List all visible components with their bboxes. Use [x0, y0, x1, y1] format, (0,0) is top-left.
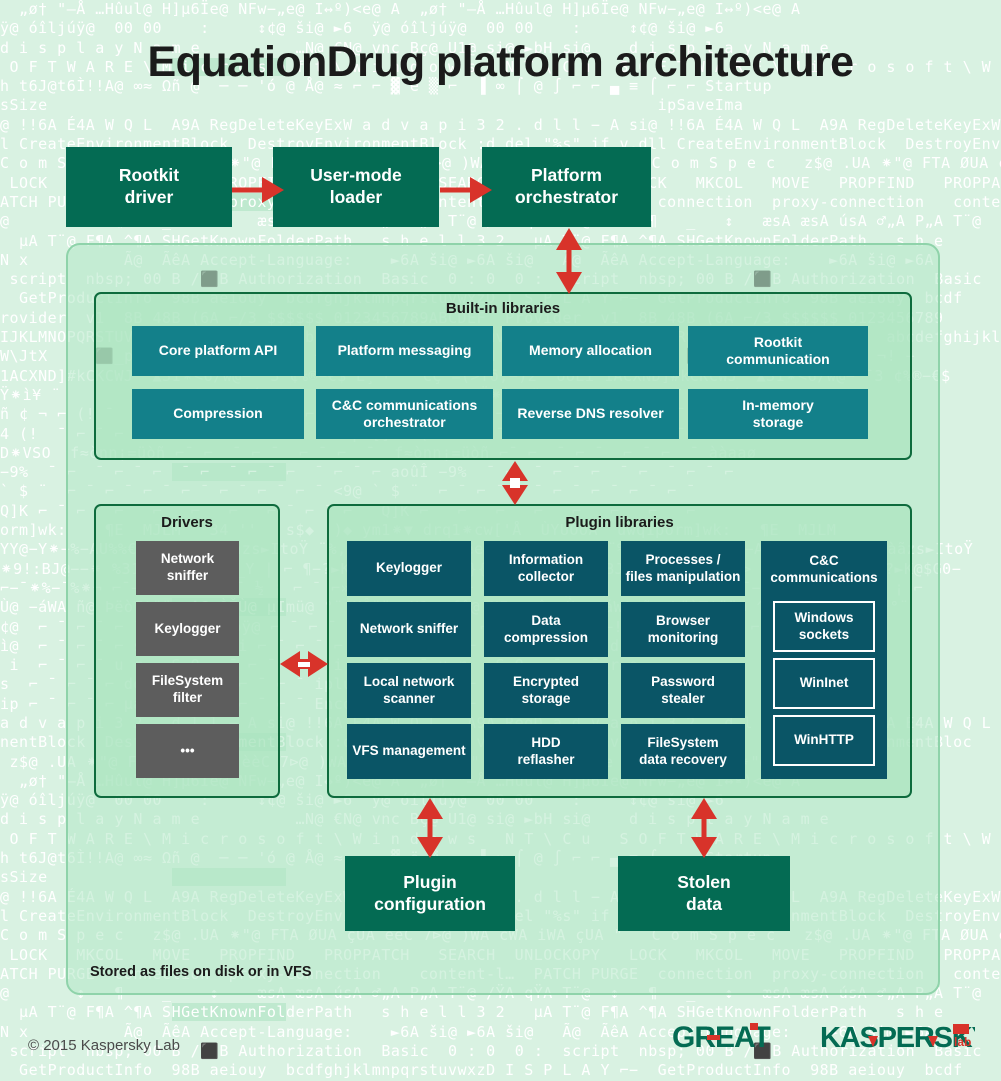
- box-cc-windows-sockets[interactable]: Windows sockets: [773, 601, 875, 652]
- box-plugin-filesystem-data-recovery[interactable]: FileSystem data recovery: [621, 724, 745, 779]
- box-plugin-local-network-scanner[interactable]: Local network scanner: [347, 663, 471, 718]
- box-plugin-vfs-management[interactable]: VFS management: [347, 724, 471, 779]
- arrow-plugins-to-stolen-data: [691, 798, 717, 858]
- box-plugin-information-collector[interactable]: Information collector: [484, 541, 608, 596]
- box-label: •••: [180, 742, 195, 758]
- arrow-plugins-to-plugin-configuration: [417, 798, 443, 858]
- box-core-platform-api[interactable]: Core platform API: [132, 326, 304, 376]
- box-label: C&C communications orchestrator: [331, 396, 478, 431]
- box-label: Platform messaging: [337, 342, 472, 359]
- box-rootkit-communication[interactable]: Rootkit communication: [688, 326, 868, 376]
- box-label: Plugin configuration: [374, 871, 486, 914]
- box-driver-filesystem-filter[interactable]: FileSystem filter: [136, 663, 239, 717]
- box-label: Reverse DNS resolver: [517, 405, 664, 422]
- box-rootkit-driver[interactable]: Rootkit driver: [66, 147, 232, 227]
- box-plugin-password-stealer[interactable]: Password stealer: [621, 663, 745, 718]
- svg-text:lab: lab: [954, 1035, 971, 1049]
- stored-as-files-note: Stored as files on disk or in VFS: [90, 964, 312, 980]
- box-label: Data compression: [503, 612, 589, 645]
- box-driver-more[interactable]: •••: [136, 724, 239, 778]
- box-compression[interactable]: Compression: [132, 389, 304, 439]
- box-label: In-memory storage: [742, 396, 814, 431]
- box-label: Network sniffer: [359, 621, 459, 637]
- box-label: VFS management: [352, 743, 466, 759]
- box-label: WinHTTP: [794, 732, 854, 748]
- box-label: Browser monitoring: [647, 612, 719, 645]
- box-cc-winhttp[interactable]: WinHTTP: [773, 715, 875, 766]
- box-plugin-browser-monitoring[interactable]: Browser monitoring: [621, 602, 745, 657]
- box-in-memory-storage[interactable]: In-memory storage: [688, 389, 868, 439]
- box-platform-orchestrator[interactable]: Platform orchestrator: [482, 147, 651, 227]
- box-label: Network sniffer: [160, 551, 215, 583]
- box-label: Platform orchestrator: [514, 165, 619, 207]
- box-label: Windows sockets: [794, 609, 854, 642]
- arrow-rootkit-to-loader: [232, 177, 284, 203]
- box-label: C&C communications: [770, 553, 878, 585]
- box-label: FileSystem data recovery: [639, 734, 727, 767]
- box-label: Rootkit communication: [726, 333, 830, 368]
- box-label: Compression: [173, 405, 263, 422]
- box-cc-communications-orchestrator[interactable]: C&C communications orchestrator: [316, 389, 493, 439]
- box-label: Rootkit driver: [118, 165, 180, 207]
- box-label: HDD reflasher: [517, 734, 575, 767]
- box-platform-messaging[interactable]: Platform messaging: [316, 326, 493, 376]
- plugin-libraries-label: Plugin libraries: [565, 514, 674, 531]
- box-plugin-processes-files-manipulation[interactable]: Processes / files manipulation: [621, 541, 745, 596]
- box-label: Keylogger: [375, 560, 443, 576]
- box-memory-allocation[interactable]: Memory allocation: [502, 326, 679, 376]
- box-label: Memory allocation: [529, 342, 652, 359]
- box-label: Information collector: [508, 551, 584, 584]
- box-label: User-mode loader: [310, 165, 402, 207]
- box-plugin-configuration[interactable]: Plugin configuration: [345, 856, 515, 931]
- page-title: EquationDrug platform architecture: [147, 38, 855, 86]
- box-user-mode-loader[interactable]: User-mode loader: [273, 147, 439, 227]
- copyright-text: © 2015 Kaspersky Lab: [28, 1037, 180, 1054]
- box-label: Password stealer: [651, 673, 715, 706]
- box-label: Local network scanner: [363, 673, 455, 706]
- arrow-loader-to-orchestrator: [440, 177, 492, 203]
- box-label: Encrypted storage: [512, 673, 580, 706]
- box-driver-network-sniffer[interactable]: Network sniffer: [136, 541, 239, 595]
- box-label: FileSystem filter: [151, 673, 224, 705]
- box-label: WinInet: [799, 675, 849, 691]
- box-driver-keylogger[interactable]: Keylogger: [136, 602, 239, 656]
- box-label: Stolen data: [677, 871, 731, 914]
- box-label: Core platform API: [158, 342, 278, 359]
- arrow-drivers-to-plugins: [280, 651, 328, 677]
- builtin-libraries-label: Built-in libraries: [445, 300, 561, 317]
- box-reverse-dns-resolver[interactable]: Reverse DNS resolver: [502, 389, 679, 439]
- box-plugin-encrypted-storage[interactable]: Encrypted storage: [484, 663, 608, 718]
- box-plugin-keylogger[interactable]: Keylogger: [347, 541, 471, 596]
- box-cc-wininet[interactable]: WinInet: [773, 658, 875, 709]
- box-label: Keylogger: [154, 620, 221, 636]
- box-plugin-hdd-reflasher[interactable]: HDD reflasher: [484, 724, 608, 779]
- great-logo: GREAT: [672, 1020, 782, 1061]
- box-stolen-data[interactable]: Stolen data: [618, 856, 790, 931]
- arrow-orchestrator-to-builtin: [556, 228, 582, 294]
- box-plugin-network-sniffer[interactable]: Network sniffer: [347, 602, 471, 657]
- box-plugin-data-compression[interactable]: Data compression: [484, 602, 608, 657]
- drivers-label: Drivers: [161, 514, 213, 531]
- arrow-builtin-to-plugins: [502, 461, 528, 505]
- kaspersky-logo: KASPERSKY lab: [820, 1020, 992, 1061]
- svg-text:KASPERSKY: KASPERSKY: [820, 1022, 975, 1054]
- box-label: Processes / files manipulation: [625, 551, 741, 584]
